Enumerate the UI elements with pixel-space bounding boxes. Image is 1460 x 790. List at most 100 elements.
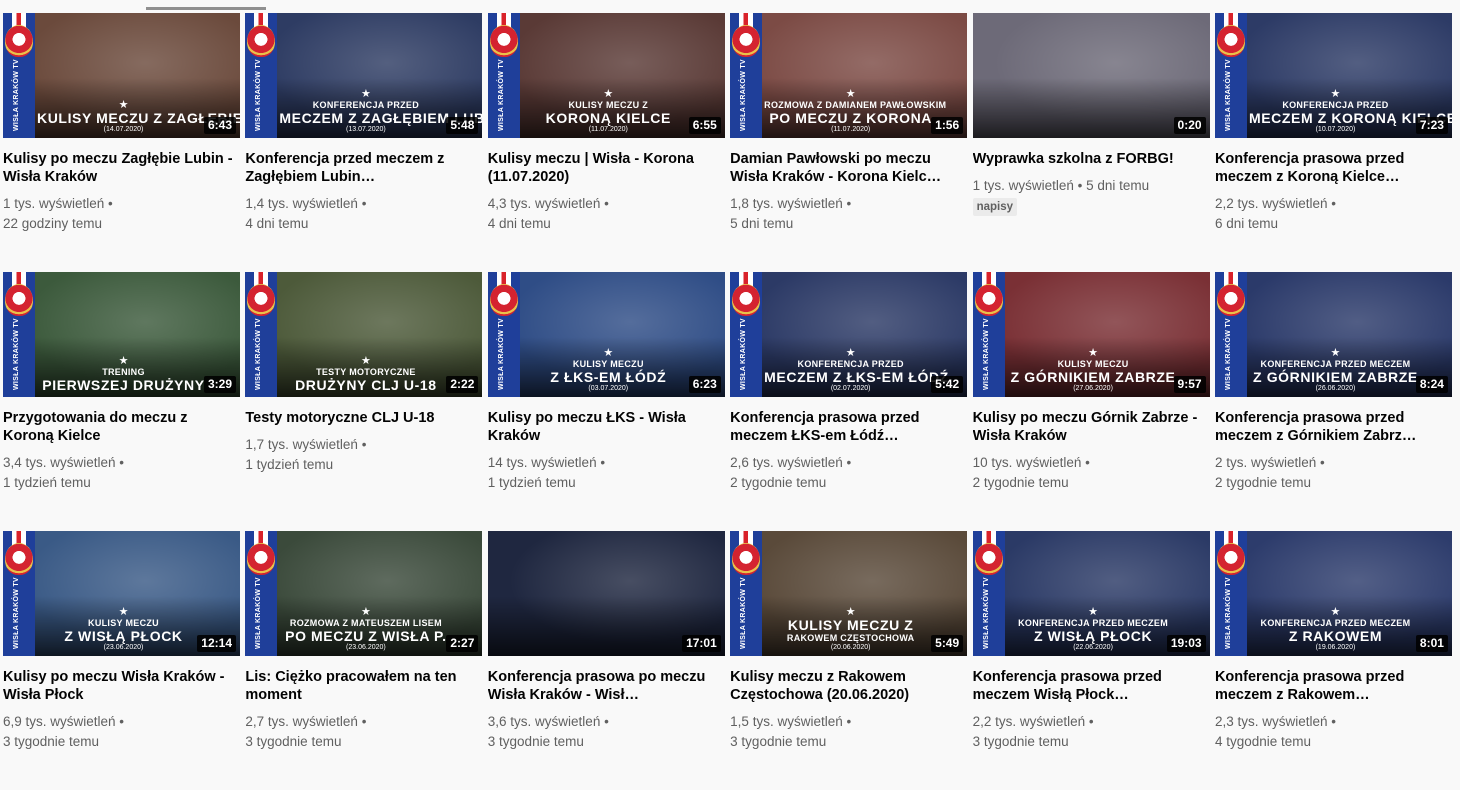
channel-side-panel: WISŁA KRAKÓW TV <box>487 13 520 138</box>
video-title[interactable]: Konferencja przed meczem z Zagłębiem Lub… <box>245 150 482 186</box>
overlay-date: (27.06.2020) <box>1073 385 1113 392</box>
video-card[interactable]: WISŁA KRAKÓW TV ★ KONFERENCJA PRZED MECZ… <box>1214 13 1452 272</box>
video-thumbnail[interactable]: WISŁA KRAKÓW TV ★ KONFERENCJA PRZED MECZ… <box>245 13 483 138</box>
video-card[interactable]: 0:20 Wyprawka szkolna z FORBG! 1 tys. wy… <box>972 13 1210 272</box>
video-card[interactable]: WISŁA KRAKÓW TV ★ ROZMOWA Z DAMIANEM PAW… <box>730 13 968 272</box>
video-title[interactable]: Kulisy po meczu Wisła Kraków - Wisła Pło… <box>3 668 240 704</box>
video-title[interactable]: Kulisy po meczu ŁKS - Wisła Kraków <box>488 409 725 445</box>
upload-age: 2 tygodnie temu <box>730 475 827 490</box>
video-title[interactable]: Konferencja prasowa przed meczem ŁKS-em … <box>730 409 967 445</box>
thumbnail-overlay: ★ KULISY MECZU Z ŁKS-EM ŁÓDŹ (03.07.2020… <box>522 347 695 393</box>
channel-side-panel: WISŁA KRAKÓW TV <box>1214 531 1247 656</box>
channel-watermark: WISŁA KRAKÓW TV <box>497 59 505 131</box>
video-card[interactable]: WISŁA KRAKÓW TV ★ KULISY MECZU Z GÓRNIKI… <box>972 272 1210 531</box>
duration-badge: 5:48 <box>446 117 479 134</box>
overlay-date: (14.07.2020) <box>103 126 144 133</box>
channel-side-panel: WISŁA KRAKÓW TV <box>245 531 278 656</box>
video-title[interactable]: Testy motoryczne CLJ U-18 <box>245 409 482 427</box>
video-meta: 1,5 tys. wyświetleń • 3 tygodnie temu <box>730 714 852 749</box>
video-thumbnail[interactable]: WISŁA KRAKÓW TV ★ ROZMOWA Z MATEUSZEM LI… <box>245 531 483 656</box>
video-meta: 2,2 tys. wyświetleń • 3 tygodnie temu <box>972 714 1094 749</box>
view-count: 14 tys. wyświetleń <box>487 455 597 470</box>
overlay-title: KULISY MECZU Z <box>787 617 914 633</box>
video-thumbnail[interactable]: 17:01 <box>487 531 725 656</box>
video-card[interactable]: WISŁA KRAKÓW TV ★ KONFERENCJA PRZED MECZ… <box>730 272 968 531</box>
overlay-date: (11.07.2020) <box>588 126 628 133</box>
video-card[interactable]: WISŁA KRAKÓW TV ★ ROZMOWA Z MATEUSZEM LI… <box>245 531 483 790</box>
video-title[interactable]: Kulisy po meczu Górnik Zabrze - Wisła Kr… <box>973 409 1210 445</box>
video-thumbnail[interactable]: WISŁA KRAKÓW TV ★ KONFERENCJA PRZED MECZ… <box>972 531 1210 656</box>
video-title[interactable]: Damian Pawłowski po meczu Wisła Kraków -… <box>730 150 967 186</box>
duration-badge: 6:43 <box>203 117 236 134</box>
video-card[interactable]: WISŁA KRAKÓW TV ★ KULISY MECZU Z ZAGŁĘBI… <box>3 13 240 272</box>
channel-side-panel: WISŁA KRAKÓW TV <box>1214 13 1247 138</box>
channel-watermark: WISŁA KRAKÓW TV <box>13 577 20 649</box>
thumbnail-overlay: ★ KONFERENCJA PRZED MECZEM Z RAKOWEM (19… <box>1249 606 1422 652</box>
video-thumbnail[interactable]: WISŁA KRAKÓW TV ★ KULISY MECZU Z WISŁĄ P… <box>3 531 240 656</box>
video-card[interactable]: WISŁA KRAKÓW TV ★ KONFERENCJA PRZED MECZ… <box>1214 272 1452 531</box>
overlay-date: (13.07.2020) <box>346 126 386 133</box>
video-meta: 10 tys. wyświetleń • 2 tygodnie temu <box>972 455 1090 490</box>
video-card[interactable]: WISŁA KRAKÓW TV ★ TESTY MOTORYCZNE DRUŻY… <box>245 272 483 531</box>
video-title[interactable]: Kulisy po meczu Zagłębie Lubin - Wisła K… <box>3 150 240 186</box>
upload-age: 6 dni temu <box>1214 216 1278 231</box>
duration-badge: 9:57 <box>1173 376 1206 393</box>
overlay-title: Z GÓRNIKIEM ZABRZE <box>1010 369 1176 385</box>
duration-badge: 8:24 <box>1415 376 1448 393</box>
video-thumbnail[interactable]: WISŁA KRAKÓW TV ★ KULISY MECZU Z GÓRNIKI… <box>972 272 1210 397</box>
upload-age: 22 godziny temu <box>3 216 103 231</box>
video-title[interactable]: Konferencja prasowa przed meczem z Rakow… <box>1215 668 1452 704</box>
video-card[interactable]: WISŁA KRAKÓW TV ★ KONFERENCJA PRZED MECZ… <box>1214 531 1452 790</box>
video-card[interactable]: WISŁA KRAKÓW TV ★ TRENING PIERWSZEJ DRUŻ… <box>3 272 240 531</box>
video-title[interactable]: Kulisy meczu z Rakowem Częstochowa (20.0… <box>730 668 967 704</box>
video-card[interactable]: WISŁA KRAKÓW TV ★ KONFERENCJA PRZED MECZ… <box>972 531 1210 790</box>
video-card[interactable]: WISŁA KRAKÓW TV ★ KULISY MECZU Z ŁKS-EM … <box>487 272 725 531</box>
video-card[interactable]: WISŁA KRAKÓW TV ★ KULISY MECZU Z WISŁĄ P… <box>3 531 240 790</box>
video-thumbnail[interactable]: WISŁA KRAKÓW TV ★ KULISY MECZU Z ŁKS-EM … <box>487 272 725 397</box>
video-card[interactable]: WISŁA KRAKÓW TV ★ KONFERENCJA PRZED MECZ… <box>245 13 483 272</box>
video-title[interactable]: Konferencja prasowa przed meczem z Koron… <box>1215 150 1452 186</box>
video-thumbnail[interactable]: WISŁA KRAKÓW TV ★ TRENING PIERWSZEJ DRUŻ… <box>3 272 240 397</box>
channel-watermark: WISŁA KRAKÓW TV <box>982 577 990 649</box>
video-meta: 1,7 tys. wyświetleń • 1 tydzień temu <box>245 437 367 472</box>
overlay-date: (19.06.2020) <box>1315 644 1356 651</box>
video-thumbnail[interactable]: WISŁA KRAKÓW TV ★ KONFERENCJA PRZED MECZ… <box>1214 13 1452 138</box>
video-title[interactable]: Konferencja prasowa po meczu Wisła Krakó… <box>488 668 725 704</box>
channel-side-panel: WISŁA KRAKÓW TV <box>3 13 35 138</box>
star-icon: ★ <box>1330 88 1341 100</box>
overlay-title: PIERWSZEJ DRUŻYNY <box>42 377 205 393</box>
video-title[interactable]: Lis: Ciężko pracowałem na ten moment <box>245 668 482 704</box>
star-icon: ★ <box>845 88 856 100</box>
video-thumbnail[interactable]: WISŁA KRAKÓW TV ★ KONFERENCJA PRZED MECZ… <box>1214 272 1452 397</box>
thumbnail-overlay: ★ TRENING PIERWSZEJ DRUŻYNY <box>37 355 210 393</box>
overlay-title: MECZEM Z ŁKS-EM ŁÓDŹ <box>764 369 949 385</box>
video-card[interactable]: WISŁA KRAKÓW TV ★ KULISY MECZU Z RAKOWEM… <box>730 531 968 790</box>
video-thumbnail[interactable]: WISŁA KRAKÓW TV ★ TESTY MOTORYCZNE DRUŻY… <box>245 272 483 397</box>
duration-badge: 2:27 <box>446 635 479 652</box>
video-meta: 2,7 tys. wyświetleń • 3 tygodnie temu <box>245 714 367 749</box>
video-thumbnail[interactable]: WISŁA KRAKÓW TV ★ KONFERENCJA PRZED MECZ… <box>1214 531 1452 656</box>
view-count: 1,4 tys. wyświetleń <box>245 196 358 211</box>
overlay-title: Z RAKOWEM <box>1288 628 1383 644</box>
video-title[interactable]: Konferencja prasowa przed meczem z Górni… <box>1215 409 1452 445</box>
video-thumbnail[interactable]: WISŁA KRAKÓW TV ★ KULISY MECZU Z ZAGŁĘBI… <box>3 13 240 138</box>
video-card[interactable]: WISŁA KRAKÓW TV ★ KULISY MECZU Z KORONĄ … <box>487 13 725 272</box>
video-title[interactable]: Wyprawka szkolna z FORBG! <box>973 150 1210 168</box>
upload-age: 2 tygodnie temu <box>972 475 1069 490</box>
video-thumbnail[interactable]: WISŁA KRAKÓW TV ★ ROZMOWA Z DAMIANEM PAW… <box>730 13 968 138</box>
video-title[interactable]: Przygotowania do meczu z Koroną Kielce <box>3 409 240 445</box>
video-thumbnail[interactable]: WISŁA KRAKÓW TV ★ KONFERENCJA PRZED MECZ… <box>730 272 968 397</box>
view-count: 1 tys. wyświetleń <box>3 196 105 211</box>
upload-age: 3 tygodnie temu <box>487 734 584 749</box>
video-card[interactable]: 17:01 Konferencja prasowa po meczu Wisła… <box>487 531 725 790</box>
video-title[interactable]: Kulisy meczu | Wisła - Korona (11.07.202… <box>488 150 725 186</box>
club-crest-icon <box>732 543 761 575</box>
overlay-date: (20.06.2020) <box>830 644 871 651</box>
video-thumbnail[interactable]: 0:20 <box>972 13 1210 138</box>
video-title[interactable]: Konferencja prasowa przed meczem Wisłą P… <box>973 668 1210 704</box>
video-thumbnail[interactable]: WISŁA KRAKÓW TV ★ KULISY MECZU Z RAKOWEM… <box>730 531 968 656</box>
overlay-title: Z GÓRNIKIEM ZABRZE <box>1253 369 1418 385</box>
video-thumbnail[interactable]: WISŁA KRAKÓW TV ★ KULISY MECZU Z KORONĄ … <box>487 13 725 138</box>
overlay-title-2: RAKOWEM CZĘSTOCHOWA <box>786 633 915 643</box>
view-count: 1 tys. wyświetleń <box>972 178 1074 193</box>
